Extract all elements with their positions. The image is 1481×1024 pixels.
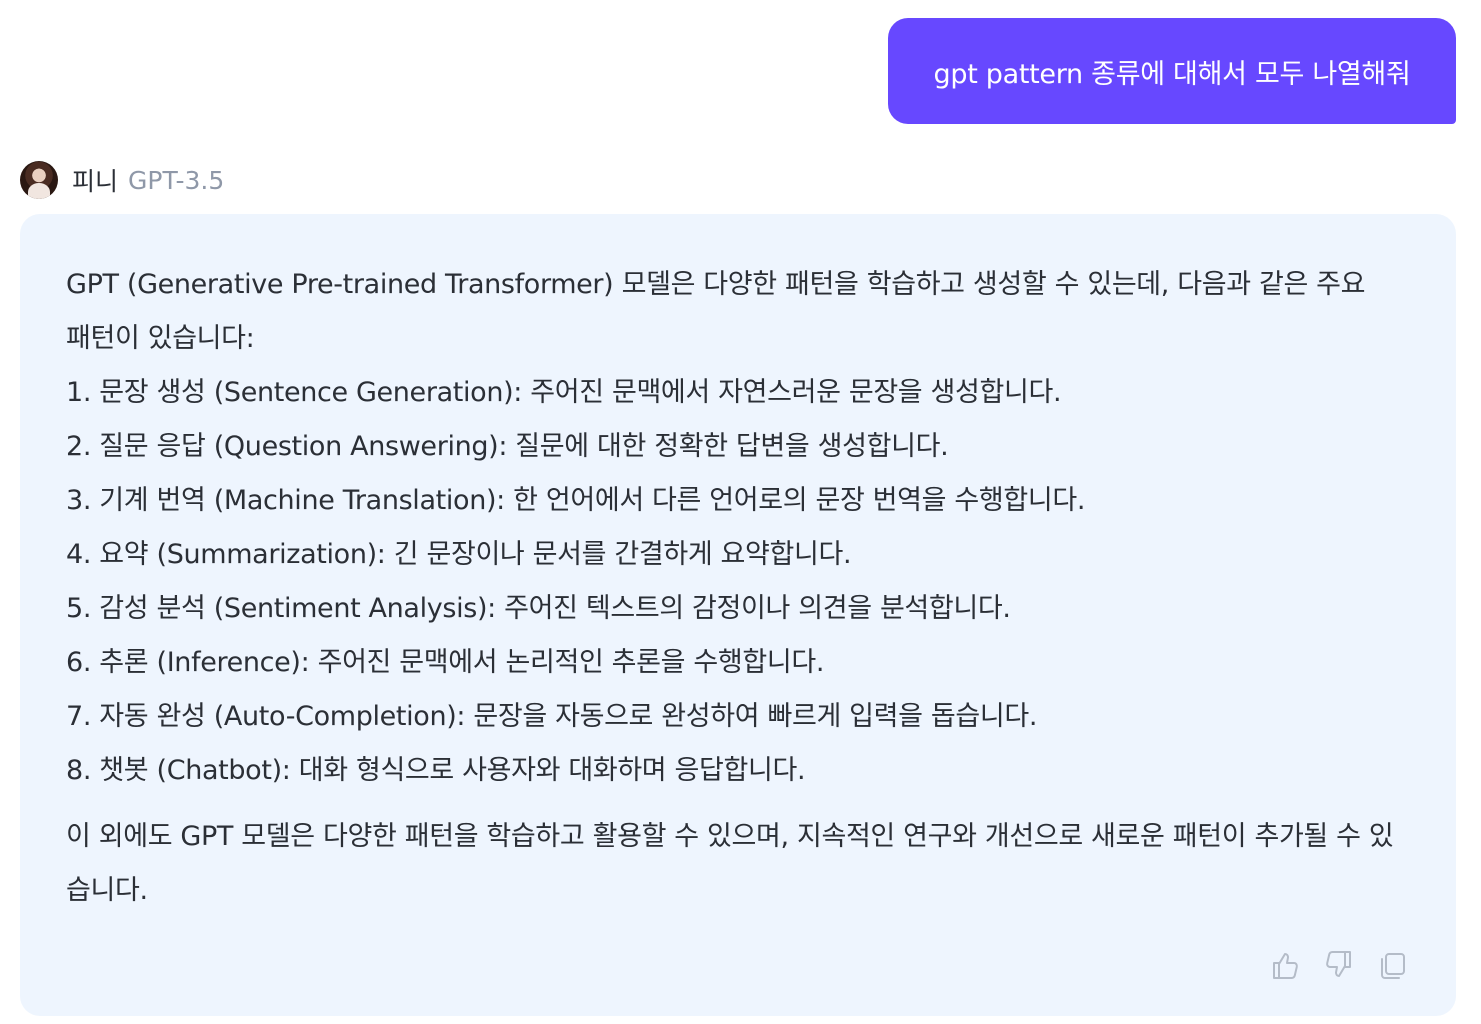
bot-name: 피니 <box>72 167 119 196</box>
answer-actions <box>1268 948 1410 982</box>
list-item: 7. 자동 완성 (Auto-Completion): 문장을 자동으로 완성하… <box>66 701 1038 732</box>
list-item: 2. 질문 응답 (Question Answering): 질문에 대한 정확… <box>66 431 949 462</box>
answer-card: GPT (Generative Pre-trained Transformer)… <box>20 214 1456 1016</box>
model-name: GPT-3.5 <box>128 165 225 195</box>
list-item: 6. 추론 (Inference): 주어진 문맥에서 논리적인 추론을 수행합… <box>66 647 825 678</box>
thumbs-down-icon <box>1326 951 1351 977</box>
bot-header: 피니 GPT-3.5 <box>20 160 224 200</box>
pattern-list: 1. 문장 생성 (Sentence Generation): 주어진 문맥에서… <box>66 366 1396 798</box>
copy-icon <box>1381 953 1405 979</box>
list-item: 1. 문장 생성 (Sentence Generation): 주어진 문맥에서… <box>66 377 1062 408</box>
answer-intro: GPT (Generative Pre-trained Transformer)… <box>66 269 1366 354</box>
user-message-bubble: gpt pattern 종류에 대해서 모두 나열해줘 <box>888 18 1456 124</box>
list-item: 5. 감성 분석 (Sentiment Analysis): 주어진 텍스트의 … <box>66 593 1011 624</box>
answer-outro: 이 외에도 GPT 모델은 다양한 패턴을 학습하고 활용할 수 있으며, 지속… <box>66 821 1394 906</box>
user-message-text: gpt pattern 종류에 대해서 모두 나열해줘 <box>933 58 1411 90</box>
list-item: 8. 챗봇 (Chatbot): 대화 형식으로 사용자와 대화하며 응답합니다… <box>66 755 806 786</box>
list-item: 3. 기계 번역 (Machine Translation): 한 언어에서 다… <box>66 485 1086 516</box>
thumbs-down-button[interactable] <box>1322 948 1356 982</box>
user-avatar-icon <box>20 161 58 199</box>
copy-button[interactable] <box>1376 948 1410 982</box>
list-item: 4. 요약 (Summarization): 긴 문장이나 문서를 간결하게 요… <box>66 539 852 570</box>
thumbs-up-icon <box>1273 953 1298 979</box>
thumbs-up-button[interactable] <box>1268 948 1302 982</box>
